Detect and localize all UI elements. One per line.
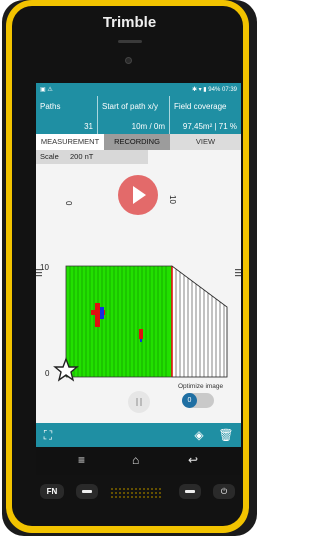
y-tick-top: 10	[40, 263, 49, 272]
menu-icon[interactable]: ≡	[78, 453, 85, 467]
android-nav-bar: ≡ ⌂ ↩	[36, 447, 241, 475]
fullscreen-icon[interactable]: ⛶	[40, 427, 56, 443]
left-drag-handle[interactable]	[36, 269, 42, 277]
brand-logo: Trimble	[0, 14, 259, 31]
home-icon[interactable]: ⌂	[132, 453, 139, 467]
x-tick-right: 10	[168, 195, 177, 204]
delete-icon[interactable]: 🗑	[218, 427, 234, 443]
optimize-image-toggle[interactable]: 0	[182, 393, 214, 408]
power-key-icon[interactable]: ⏻	[213, 484, 235, 499]
optimize-image-label: Optimize image	[178, 383, 224, 390]
y-tick-bottom: 0	[45, 369, 50, 378]
app-screen: ▣ ⚠ ✱ ▾ ▮ 94% 07:39 Paths 31 Start of pa…	[36, 83, 241, 447]
left-soft-key[interactable]	[76, 484, 98, 499]
bottom-toolbar: ⛶ ◈ 🗑	[36, 423, 241, 447]
pause-button[interactable]	[128, 391, 150, 413]
toggle-knob: 0	[182, 393, 197, 408]
right-soft-key[interactable]	[179, 484, 201, 499]
speaker-grill	[110, 487, 162, 499]
play-button[interactable]	[118, 175, 158, 215]
brand-name: Trimble	[102, 14, 157, 31]
front-camera	[125, 57, 132, 64]
right-drag-handle[interactable]	[235, 269, 241, 277]
locate-icon[interactable]: ◈	[191, 427, 207, 443]
fn-key[interactable]: FN	[40, 484, 64, 499]
earpiece-speaker	[118, 40, 142, 43]
x-tick-left: 0	[64, 201, 73, 206]
back-icon[interactable]: ↩	[188, 453, 198, 467]
survey-plot[interactable]: 0 10 10 0	[36, 83, 241, 423]
